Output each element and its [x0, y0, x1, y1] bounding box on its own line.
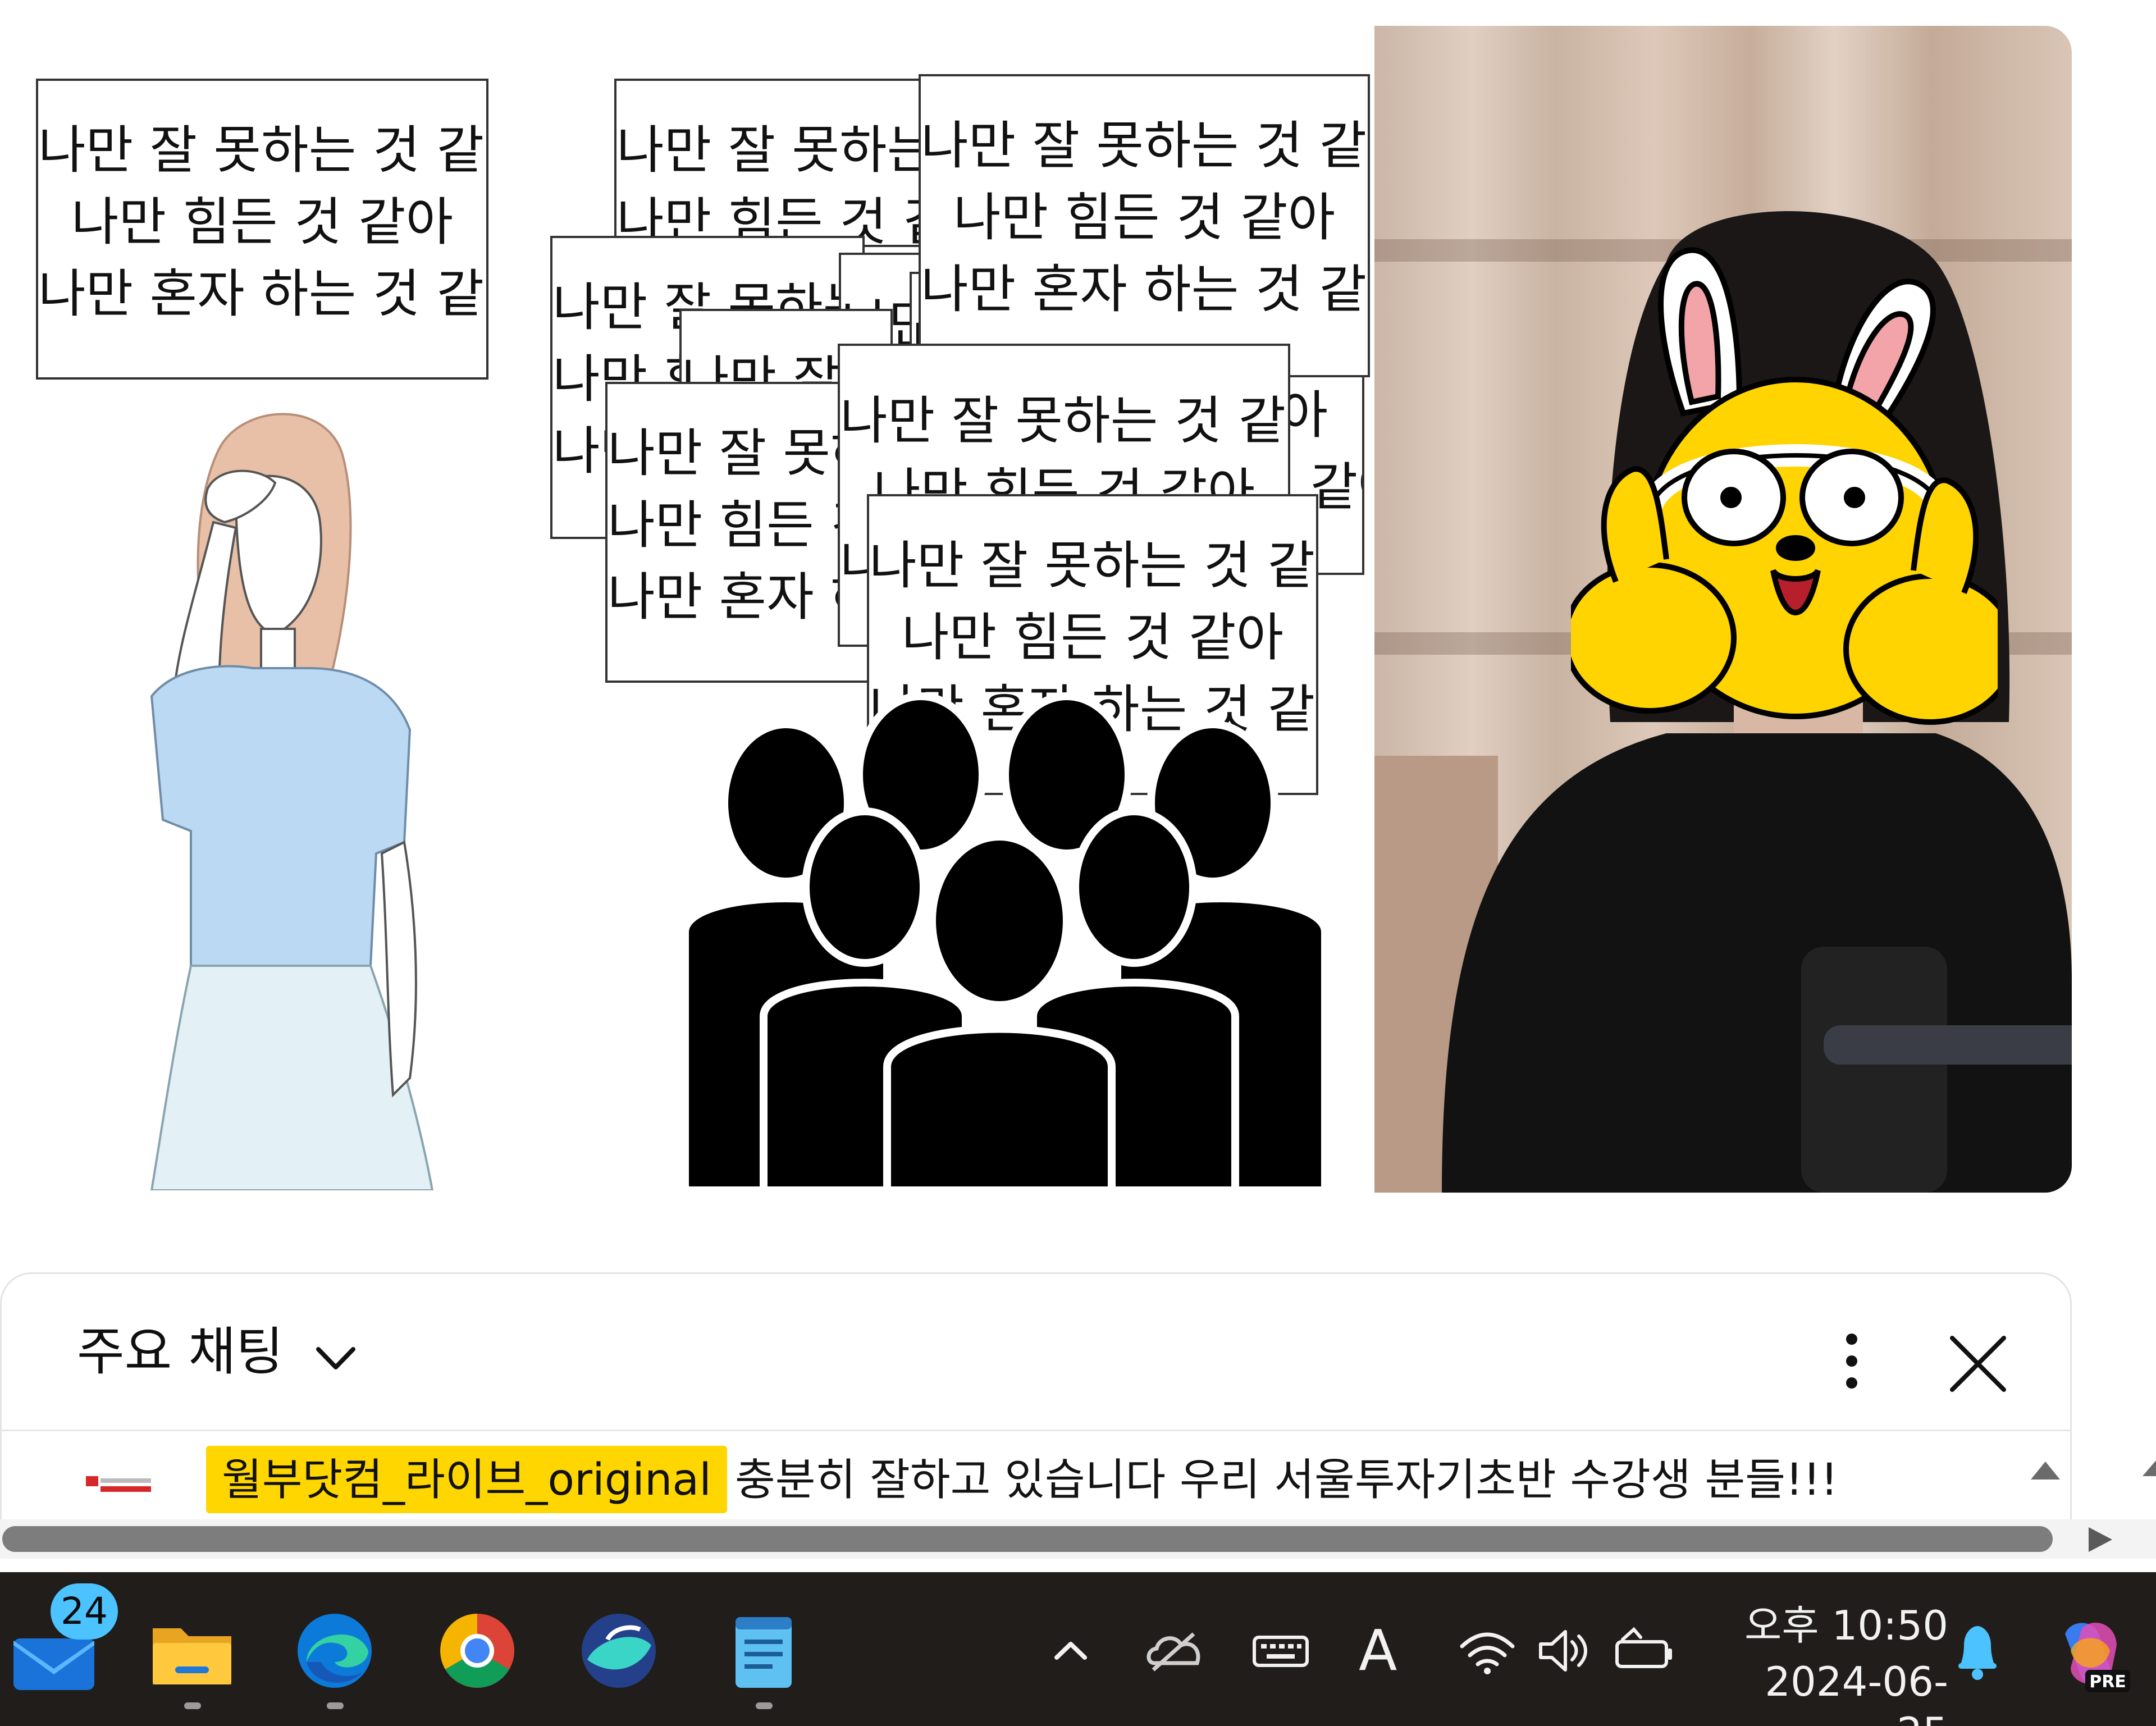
more-vert-icon[interactable]: [1832, 1330, 1871, 1392]
video-player[interactable]: 나만 잘 못하는 것 같아 나만 힘든 것 같아 나만 혼자 하는 것 같아 나…: [0, 0, 2156, 1235]
speech-bubble-main: 나만 잘 못하는 것 같아 나만 힘든 것 같아 나만 혼자 하는 것 같아: [36, 79, 488, 380]
rabbit-mask-icon: [1571, 247, 1998, 725]
crowd-silhouette-illustration: [681, 692, 1329, 1190]
onedrive-icon[interactable]: [1143, 1623, 1205, 1679]
chat-message-author[interactable]: 월부닷컴_라이브_original: [206, 1446, 727, 1513]
live-chat-panel: 주요 채팅 월부닷컴_라이브_original 충분히 잘하고 있습니다 우리 …: [0, 1272, 2072, 1519]
battery-icon[interactable]: [1611, 1623, 1679, 1679]
notification-bell-icon[interactable]: [1949, 1617, 2006, 1684]
speech-bubble-stack-1: 나만 잘 못하는 것 같아나만 힘든 것 같아: [614, 79, 929, 247]
scroll-right-arrow-icon[interactable]: [2083, 1525, 2117, 1554]
chrome-icon[interactable]: [432, 1606, 522, 1696]
notepad-icon[interactable]: [719, 1606, 808, 1696]
horizontal-scrollbar[interactable]: [0, 1519, 2156, 1559]
clock-date[interactable]: 2024-06-25: [1718, 1656, 1948, 1726]
mail-unread-badge: 24: [51, 1583, 118, 1640]
worried-woman-illustration: [150, 413, 434, 1190]
keyboard-icon[interactable]: [1250, 1623, 1312, 1679]
whale-browser-icon[interactable]: [574, 1606, 664, 1696]
bubble-line-3: 나만 혼자 하는 것 같아: [38, 264, 488, 324]
ime-icon[interactable]: A: [1359, 1623, 1404, 1679]
chat-header: 주요 채팅: [2, 1274, 2070, 1431]
chat-mode-title[interactable]: 주요 채팅: [77, 1321, 284, 1383]
chevron-up-icon[interactable]: [1045, 1623, 1096, 1679]
running-indicator: [184, 1702, 201, 1709]
clock-time[interactable]: 오후 10:50: [1735, 1600, 1948, 1651]
presenter-camera-feed: [1374, 26, 2072, 1193]
chevron-down-icon[interactable]: [310, 1332, 361, 1383]
chat-message-text: 충분히 잘하고 있습니다 우리 서울투자기초반 수강생 분들!!!: [735, 1455, 1838, 1505]
edge-icon[interactable]: [290, 1606, 380, 1696]
file-explorer-icon[interactable]: [147, 1606, 237, 1696]
scrollbar-thumb[interactable]: [2, 1526, 2053, 1552]
page-scroll-up-arrow-icon[interactable]: [2134, 1457, 2156, 1480]
scroll-up-arrow-icon[interactable]: [2029, 1459, 2062, 1482]
windows-taskbar: 24 A 오후 10:50 2024-06- PRE: [0, 1572, 2156, 1726]
volume-icon[interactable]: [1533, 1623, 1595, 1679]
bubble-line-2: 나만 힘든 것 같아: [71, 192, 454, 252]
running-indicator: [756, 1702, 773, 1709]
avatar[interactable]: [86, 1465, 153, 1504]
copilot-preview-badge: PRE: [2089, 1672, 2126, 1692]
running-indicator: [327, 1702, 344, 1709]
bubble-line-1: 나만 잘 못하는 것 같아: [38, 120, 488, 180]
close-icon[interactable]: [1944, 1330, 2012, 1398]
speech-bubble-stack-5: 나만 잘 못하는 것 같아 나만 힘든 것 같아 나만 혼자 하는 것 같아: [919, 74, 1370, 377]
wifi-icon[interactable]: [1456, 1623, 1518, 1679]
